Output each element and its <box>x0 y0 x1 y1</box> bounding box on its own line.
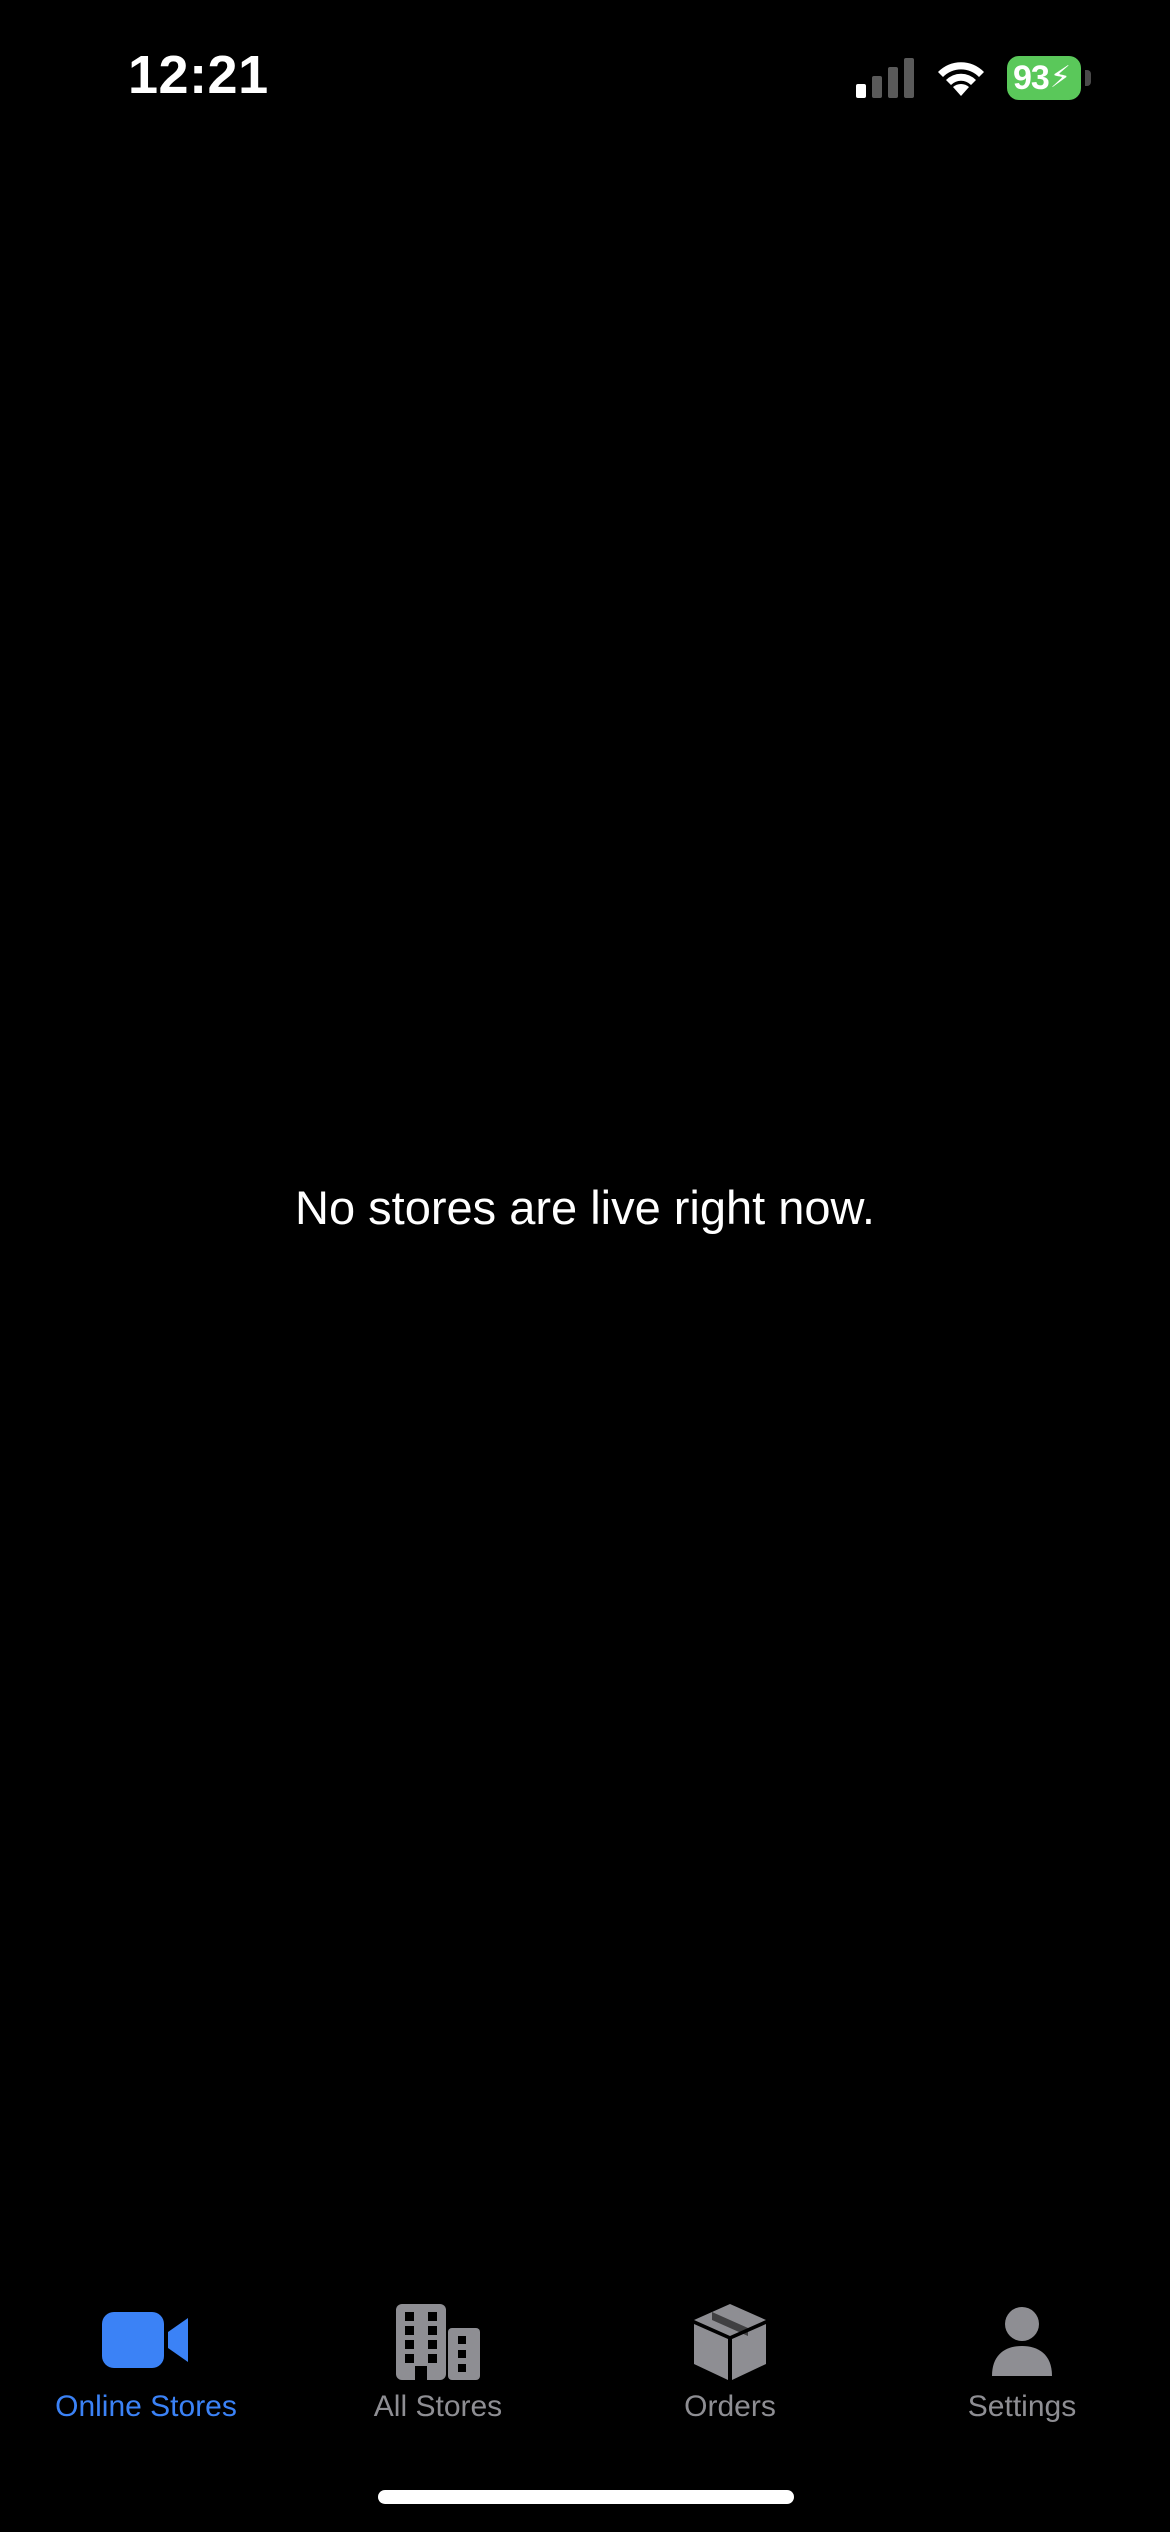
tab-bar: Online Stores All Stores Orders Settings <box>0 2280 1170 2440</box>
package-box-icon <box>694 2304 766 2380</box>
status-bar: 12:21 93 ⚡ <box>0 0 1170 150</box>
battery-body: 93 ⚡ <box>1007 56 1081 100</box>
charging-bolt-icon: ⚡ <box>1049 61 1071 94</box>
building-icon <box>396 2304 480 2380</box>
tab-label: Settings <box>967 2390 1077 2423</box>
tab-label: All Stores <box>373 2390 503 2423</box>
battery-cap <box>1085 70 1091 86</box>
battery-level: 93 <box>1013 59 1050 97</box>
battery-icon: 93 ⚡ <box>1007 56 1091 100</box>
tab-settings[interactable]: Settings <box>876 2280 1168 2430</box>
status-time: 12:21 <box>128 45 269 105</box>
person-icon <box>992 2307 1052 2376</box>
video-camera-icon <box>102 2312 188 2368</box>
tab-online-stores[interactable]: Online Stores <box>0 2280 292 2430</box>
tab-orders[interactable]: Orders <box>584 2280 876 2430</box>
empty-state-message: No stores are live right now. <box>295 1181 875 1234</box>
tab-all-stores[interactable]: All Stores <box>292 2280 584 2430</box>
home-indicator[interactable] <box>378 2490 794 2504</box>
tab-label: Orders <box>684 2390 776 2423</box>
wifi-icon <box>938 62 984 96</box>
tab-label: Online Stores <box>55 2390 237 2423</box>
cellular-signal-icon <box>856 58 914 98</box>
